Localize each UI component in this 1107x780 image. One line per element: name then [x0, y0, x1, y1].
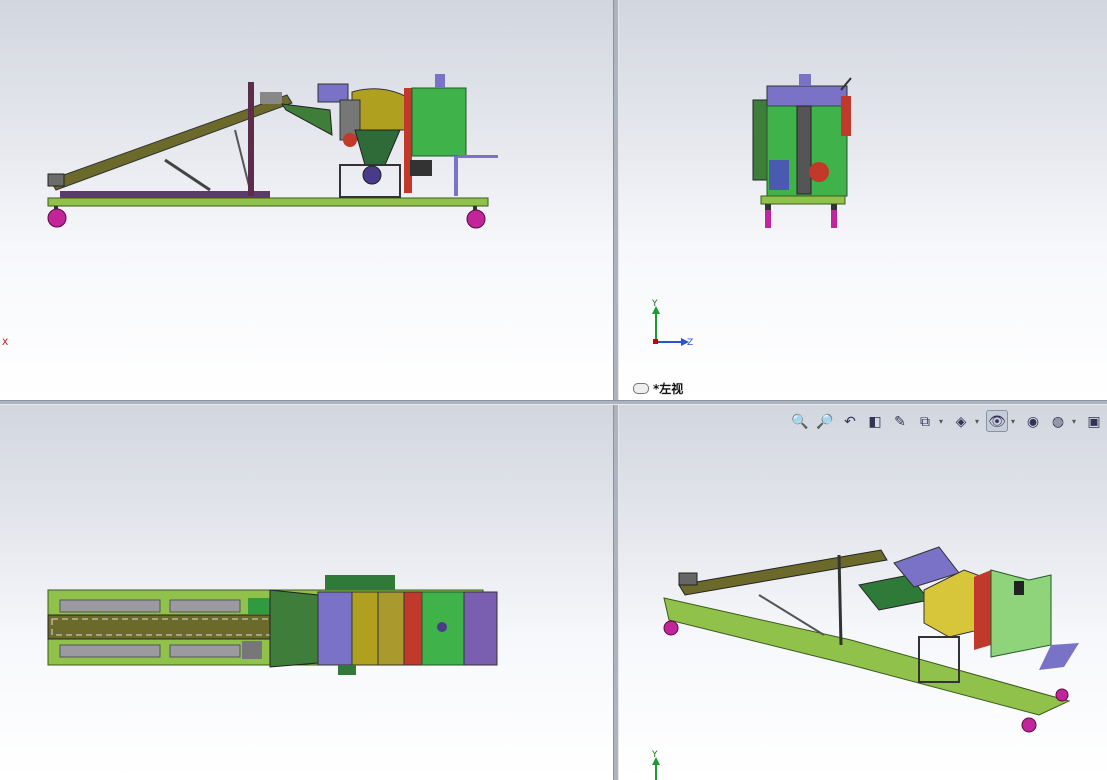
lower-rail — [60, 191, 270, 198]
support-post — [248, 82, 254, 196]
red-panel — [404, 88, 412, 193]
link-icon[interactable] — [633, 383, 649, 394]
axis-x-label: X — [2, 338, 8, 348]
front-view-drawing: X — [2, 74, 498, 348]
green-motor-box — [411, 87, 467, 157]
axis-z-label: Z — [687, 338, 693, 348]
left-view-drawing: Y Z — [651, 74, 852, 348]
horizontal-splitter[interactable] — [0, 400, 1107, 405]
wheel-front-left — [47, 208, 67, 228]
viewport-top[interactable] — [0, 405, 613, 780]
isometric-view-drawing: Y — [651, 546, 1079, 780]
vertical-splitter[interactable] — [613, 0, 619, 780]
iso-conveyor — [678, 549, 888, 596]
axis-y-label: Y — [651, 299, 658, 309]
base-frame — [47, 197, 489, 207]
conveyor-belt — [49, 94, 293, 191]
viewport-front[interactable]: X — [0, 0, 613, 400]
wheel-front-right — [466, 209, 486, 229]
view-name-label[interactable]: *左视 — [633, 380, 683, 397]
viewport-isometric[interactable]: 🔍 🔎 ↶ ◧ ✎ ⧉ ▾ ◈ ▾ 👁 ▾ ◉ ◍ ▾ ▣ Y — [619, 405, 1107, 780]
axis-y-label-iso: Y — [651, 750, 658, 760]
view-name-text: *左视 — [653, 382, 684, 396]
top-view-drawing — [47, 575, 498, 675]
viewport-left[interactable]: Y Z *左视 — [619, 0, 1107, 400]
